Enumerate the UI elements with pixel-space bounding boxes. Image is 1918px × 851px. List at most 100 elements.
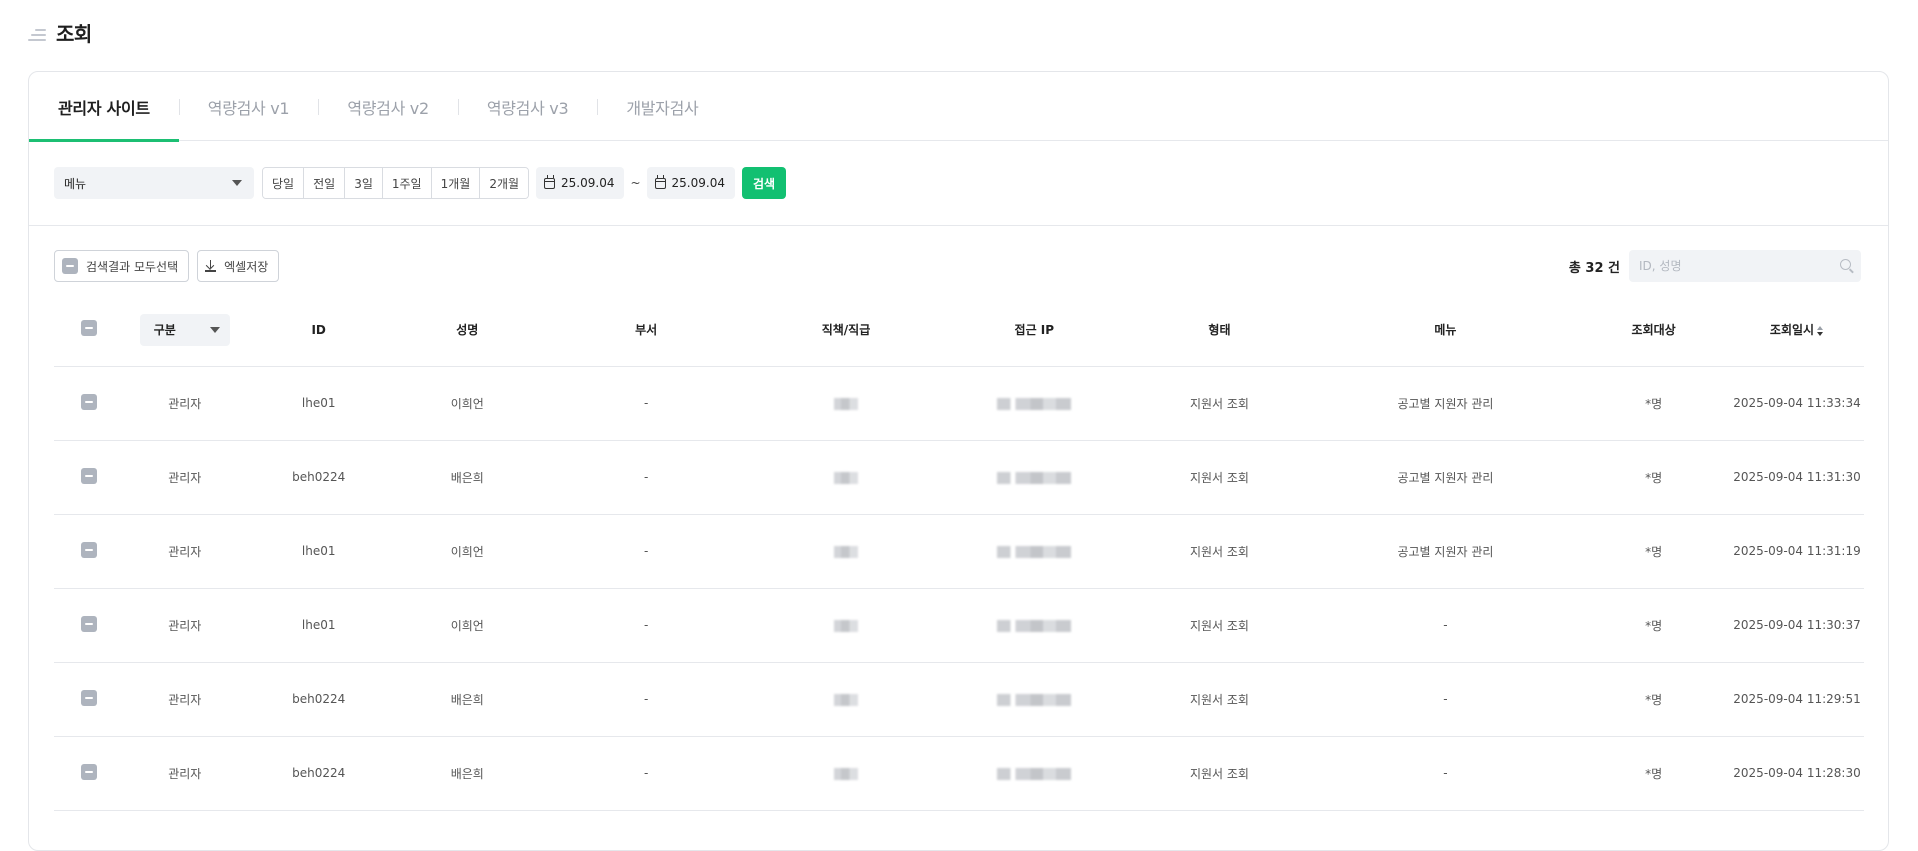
header-checkbox[interactable]	[80, 320, 97, 337]
search-button[interactable]: 검색	[741, 167, 787, 199]
header-type: 구분	[123, 294, 247, 367]
action-row: 검색결과 모두선택 엑셀저장	[54, 250, 280, 282]
search-input[interactable]	[1629, 250, 1861, 282]
redacted-ip	[997, 471, 1072, 484]
tab-developer-test[interactable]: 개발자검사	[597, 72, 727, 141]
header-datetime[interactable]: 조회일시	[1730, 294, 1864, 367]
header-checkbox-cell	[54, 294, 124, 367]
cell-name: 이희언	[390, 366, 544, 441]
cell-position	[748, 662, 944, 737]
cell-type: 관리자	[123, 588, 247, 663]
cell-position	[748, 588, 944, 663]
date-from-value: 25.09.04	[561, 176, 615, 190]
cell-target: *명	[1577, 588, 1731, 663]
calendar-icon	[654, 174, 666, 189]
redacted-ip	[997, 545, 1072, 558]
cell-datetime: 2025-09-04 11:31:19	[1730, 514, 1864, 589]
type-filter-label: 구분	[153, 323, 176, 338]
cell-department: -	[543, 662, 749, 737]
cell-menu: 공고별 지원자 관리	[1313, 366, 1578, 441]
cell-target: *명	[1577, 662, 1731, 737]
redacted-position	[833, 397, 858, 410]
total-count: 총 32 건	[1568, 260, 1620, 276]
cell-id: beh0224	[246, 662, 391, 737]
cell-type: 관리자	[123, 736, 247, 811]
cell-department: -	[543, 440, 749, 515]
tab-competency-v1[interactable]: 역량검사 v1	[178, 72, 319, 141]
cell-menu: 공고별 지원자 관리	[1313, 514, 1578, 589]
period-today-button[interactable]: 당일	[263, 168, 305, 198]
tab-admin-site[interactable]: 관리자 사이트	[29, 72, 179, 142]
row-checkbox[interactable]	[80, 763, 97, 780]
redacted-ip	[997, 397, 1072, 410]
calendar-icon	[544, 174, 556, 189]
cell-access-ip	[943, 588, 1126, 663]
excel-save-button[interactable]: 엑셀저장	[197, 250, 280, 282]
count-area: 총 32 건	[1569, 250, 1861, 282]
header-target: 조회대상	[1577, 294, 1731, 367]
redacted-ip	[997, 693, 1072, 706]
row-checkbox[interactable]	[80, 689, 97, 706]
cell-datetime: 2025-09-04 11:33:34	[1730, 366, 1864, 441]
header-name: 성명	[390, 294, 544, 367]
date-from-picker[interactable]: 25.09.04	[536, 167, 625, 199]
row-checkbox[interactable]	[80, 541, 97, 558]
table-row[interactable]: 관리자 beh0224 배은희 - 지원서 조회 - *명 2025-09-04…	[54, 736, 1864, 811]
sort-icon[interactable]	[1817, 325, 1824, 336]
cell-department: -	[543, 736, 749, 811]
menu-select[interactable]: 메뉴	[54, 167, 254, 199]
cell-form: 지원서 조회	[1125, 588, 1314, 663]
page-title: 조회	[56, 21, 92, 46]
period-1month-button[interactable]: 1개월	[431, 168, 481, 198]
cell-datetime: 2025-09-04 11:29:51	[1730, 662, 1864, 737]
period-3days-button[interactable]: 3일	[345, 168, 383, 198]
date-separator: ~	[630, 176, 641, 190]
table-row[interactable]: 관리자 beh0224 배은희 - 지원서 조회 - *명 2025-09-04…	[54, 662, 1864, 737]
search-box	[1629, 250, 1861, 282]
cell-target: *명	[1577, 514, 1731, 589]
cell-menu: -	[1313, 588, 1578, 663]
table-row[interactable]: 관리자 lhe01 이희언 - 지원서 조회 공고별 지원자 관리 *명 202…	[54, 366, 1864, 441]
cell-form: 지원서 조회	[1125, 662, 1314, 737]
cell-name: 이희언	[390, 588, 544, 663]
cell-id: lhe01	[246, 514, 391, 589]
type-filter-select[interactable]: 구분	[139, 313, 230, 346]
period-2months-button[interactable]: 2개월	[480, 168, 529, 198]
menu-icon[interactable]	[28, 29, 46, 41]
period-yesterday-button[interactable]: 전일	[304, 168, 346, 198]
cell-menu: -	[1313, 736, 1578, 811]
table-row[interactable]: 관리자 lhe01 이희언 - 지원서 조회 공고별 지원자 관리 *명 202…	[54, 514, 1864, 589]
cell-form: 지원서 조회	[1125, 366, 1314, 441]
checkbox-icon	[62, 258, 78, 274]
row-checkbox[interactable]	[80, 615, 97, 632]
tab-competency-v3[interactable]: 역량검사 v3	[457, 72, 598, 141]
row-checkbox[interactable]	[80, 393, 97, 410]
page-header: 조회	[28, 20, 92, 46]
divider	[29, 225, 1888, 226]
select-all-results-button[interactable]: 검색결과 모두선택	[54, 250, 190, 282]
cell-type: 관리자	[123, 662, 247, 737]
redacted-ip	[997, 619, 1072, 632]
cell-name: 배은희	[390, 736, 544, 811]
date-to-picker[interactable]: 25.09.04	[646, 167, 735, 199]
cell-form: 지원서 조회	[1125, 440, 1314, 515]
select-all-label: 검색결과 모두선택	[86, 259, 179, 274]
cell-target: *명	[1577, 736, 1731, 811]
search-icon[interactable]	[1840, 259, 1851, 270]
chevron-down-icon	[232, 180, 242, 186]
period-1week-button[interactable]: 1주일	[382, 168, 432, 198]
cell-id: beh0224	[246, 736, 391, 811]
date-to-value: 25.09.04	[671, 176, 725, 190]
table-row[interactable]: 관리자 beh0224 배은희 - 지원서 조회 공고별 지원자 관리 *명 2…	[54, 440, 1864, 515]
cell-access-ip	[943, 736, 1126, 811]
cell-position	[748, 366, 944, 441]
row-checkbox[interactable]	[80, 467, 97, 484]
redacted-position	[833, 619, 858, 632]
cell-id: lhe01	[246, 366, 391, 441]
header-form: 형태	[1125, 294, 1314, 367]
cell-id: beh0224	[246, 440, 391, 515]
cell-id: lhe01	[246, 588, 391, 663]
tab-competency-v2[interactable]: 역량검사 v2	[318, 72, 458, 141]
table-row[interactable]: 관리자 lhe01 이희언 - 지원서 조회 - *명 2025-09-04 1…	[54, 588, 1864, 663]
menu-select-value: 메뉴	[64, 176, 87, 191]
